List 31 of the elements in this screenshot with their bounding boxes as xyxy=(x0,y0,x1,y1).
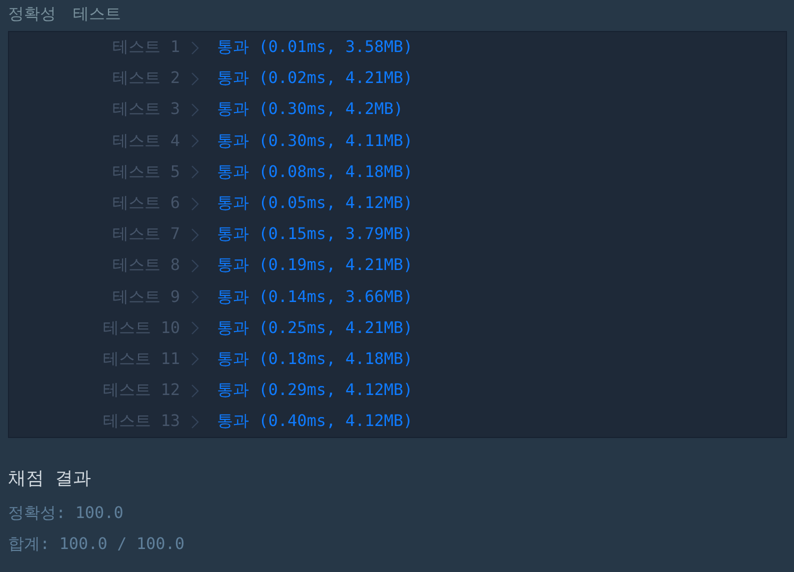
chevron-right-icon xyxy=(191,384,199,398)
summary-line: 합계: 100.0 / 100.0 xyxy=(8,533,186,556)
test-result: 통과 (0.25ms, 4.21MB) xyxy=(217,318,413,339)
test-result: 통과 (0.30ms, 4.11MB) xyxy=(217,130,413,152)
section-label: 테스트 xyxy=(73,3,121,25)
chevron-right-icon xyxy=(191,102,199,117)
test-result: 통과 (0.19ms, 4.21MB) xyxy=(217,255,413,276)
chevron-right-icon xyxy=(191,72,199,86)
summary-line: 정확성: 100.0 xyxy=(8,502,124,524)
test-result: 통과 (0.30ms, 4.2MB) xyxy=(217,99,404,120)
chevron-right-icon xyxy=(191,40,199,55)
chevron-right-icon xyxy=(191,134,199,148)
chevron-right-icon xyxy=(191,290,199,304)
test-result: 통과 (0.14ms, 3.66MB) xyxy=(217,286,413,308)
chevron-right-icon xyxy=(191,352,199,366)
test-result: 통과 (0.05ms, 4.12MB) xyxy=(217,193,413,214)
section-label: 정확성 xyxy=(8,3,56,25)
test-result: 통과 (0.18ms, 4.18MB) xyxy=(217,348,413,370)
test-result: 통과 (0.02ms, 4.21MB) xyxy=(217,68,413,90)
chevron-right-icon xyxy=(191,321,199,336)
test-result: 통과 (0.40ms, 4.12MB) xyxy=(217,411,413,432)
chevron-right-icon xyxy=(191,414,199,429)
chevron-right-icon xyxy=(191,258,199,273)
summary-title: 채점 결과 xyxy=(8,467,92,492)
test-result: 통과 (0.08ms, 4.18MB) xyxy=(217,162,413,183)
chevron-right-icon xyxy=(191,165,199,180)
chevron-right-icon xyxy=(191,196,199,211)
test-result: 통과 (0.01ms, 3.58MB) xyxy=(217,37,413,58)
chevron-right-icon xyxy=(191,228,199,242)
test-result: 통과 (0.29ms, 4.12MB) xyxy=(217,380,413,402)
test-result: 통과 (0.15ms, 3.79MB) xyxy=(217,224,413,246)
